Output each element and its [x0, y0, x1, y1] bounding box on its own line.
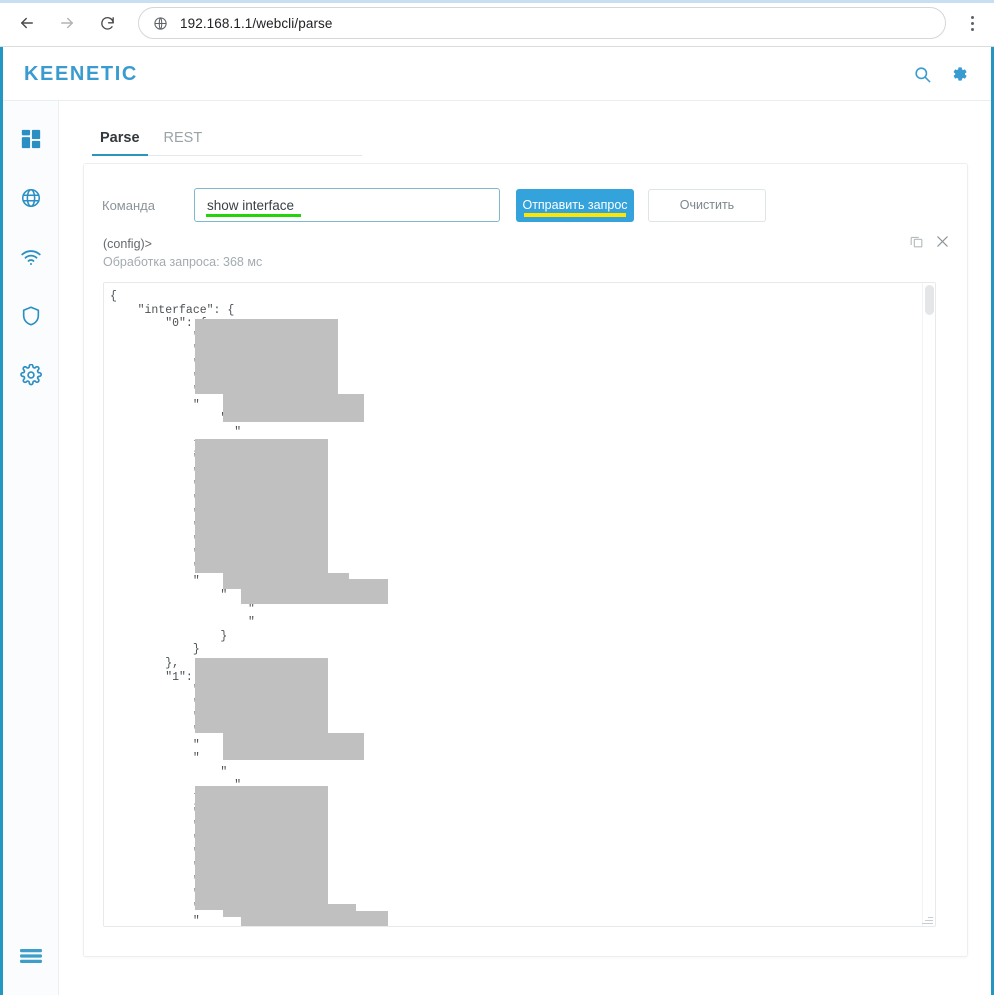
redacted-block — [195, 658, 328, 733]
arrow-right-icon — [58, 14, 76, 32]
reload-button[interactable] — [90, 6, 124, 40]
cli-panel: Команда Отправить запрос Очистить (confi… — [83, 163, 968, 957]
output-actions — [909, 234, 950, 249]
back-button[interactable] — [10, 6, 44, 40]
browser-toolbar: 192.168.1.1/webcli/parse — [0, 0, 994, 47]
console-resize-handle[interactable] — [922, 913, 933, 924]
redacted-block — [195, 439, 328, 573]
keenetic-logo[interactable]: KEENETIC — [24, 63, 138, 86]
sidebar-item-management[interactable] — [3, 348, 59, 407]
wifi-icon — [20, 246, 42, 273]
clear-button[interactable]: Очистить — [648, 188, 766, 222]
command-label: Команда — [102, 197, 155, 213]
shield-icon — [20, 305, 42, 332]
request-timing: Обработка запроса: 368 мс — [103, 255, 263, 269]
gear-icon — [19, 363, 42, 391]
globe-icon — [153, 16, 168, 31]
top-accent-strip — [0, 0, 994, 3]
command-input-wrapper — [194, 188, 500, 222]
console-scrollbar[interactable] — [922, 283, 935, 926]
forward-button[interactable] — [50, 6, 84, 40]
command-input[interactable] — [194, 188, 500, 222]
sidebar — [3, 101, 59, 995]
redacted-block — [223, 733, 364, 760]
dashboard-grid-icon — [20, 128, 42, 155]
address-bar-url: 192.168.1.1/webcli/parse — [180, 15, 333, 31]
close-icon[interactable] — [935, 234, 950, 249]
redacted-block — [195, 786, 328, 910]
app-root: 192.168.1.1/webcli/parse KEENETIC Parse … — [0, 0, 994, 995]
browser-menu-button[interactable] — [956, 6, 988, 40]
sidebar-menu-toggle[interactable] — [3, 935, 59, 981]
redacted-block — [241, 911, 388, 926]
redacted-block — [195, 319, 338, 394]
main-content: Parse REST Команда Отправить запрос Очис… — [60, 101, 991, 995]
globe-icon — [20, 187, 42, 214]
send-request-label: Отправить запрос — [522, 198, 628, 212]
tab-parse[interactable]: Parse — [92, 130, 148, 156]
send-request-button[interactable]: Отправить запрос — [516, 188, 634, 222]
tab-bar: Parse REST — [92, 121, 362, 156]
gear-icon[interactable] — [949, 64, 969, 84]
app-header: KEENETIC — [3, 48, 991, 101]
send-button-highlight — [524, 212, 626, 217]
search-icon[interactable] — [913, 65, 932, 84]
output-console[interactable]: { "interface": { "0": { " " " " " " " " … — [103, 282, 936, 927]
hamburger-icon — [18, 946, 44, 971]
command-form: Команда Отправить запрос Очистить — [84, 188, 969, 222]
reload-icon — [99, 15, 116, 32]
sidebar-item-security[interactable] — [3, 289, 59, 348]
cli-prompt: (config)> — [103, 237, 152, 251]
console-scrollbar-thumb[interactable] — [925, 285, 934, 315]
tab-rest[interactable]: REST — [156, 130, 211, 155]
arrow-left-icon — [18, 14, 36, 32]
redacted-block — [241, 579, 388, 604]
redacted-block — [223, 394, 364, 422]
kebab-menu-icon — [970, 15, 974, 19]
copy-icon[interactable] — [909, 234, 924, 249]
header-actions — [913, 64, 969, 84]
address-bar[interactable]: 192.168.1.1/webcli/parse — [138, 7, 946, 39]
sidebar-item-dashboard[interactable] — [3, 112, 59, 171]
sidebar-item-wifi[interactable] — [3, 230, 59, 289]
sidebar-item-internet[interactable] — [3, 171, 59, 230]
